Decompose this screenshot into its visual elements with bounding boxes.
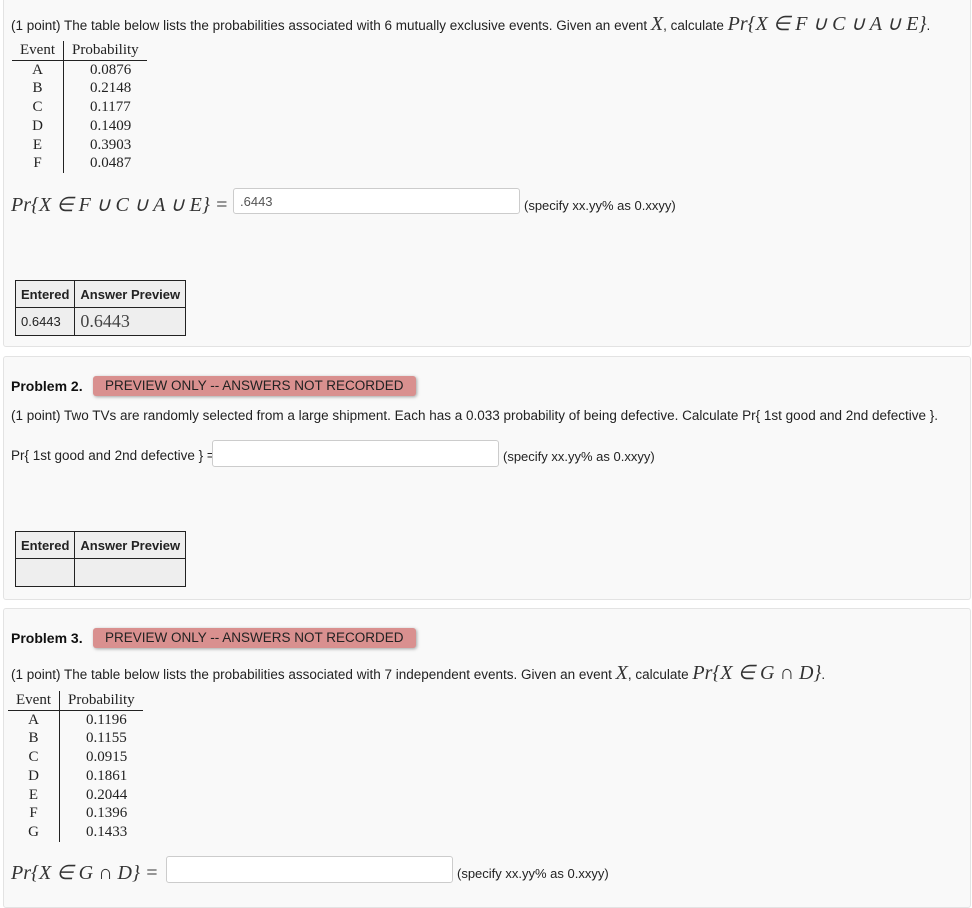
event-cell: F <box>8 804 60 823</box>
table-row: F 0.0487 <box>12 154 147 173</box>
probability-cell: 0.1861 <box>86 767 128 784</box>
probability-cell: 0.0915 <box>86 749 128 766</box>
table-row: C 0.1177 <box>12 98 147 117</box>
probability-cell: 0.1433 <box>86 823 128 840</box>
answer-preview-value: 0.6443 <box>74 307 187 336</box>
format-hint: (specify xx.yy% as 0.xxyy) <box>457 866 609 881</box>
answer-input[interactable] <box>166 856 453 883</box>
event-cell: E <box>12 135 64 155</box>
answer-label: Pr{X ∈ F ∪ C ∪ A ∪ E} = <box>11 194 229 216</box>
problem-3-expression: Pr{X ∈ G ∩ D} <box>692 662 822 684</box>
problem-2-title: Problem 2. <box>11 378 83 394</box>
table-row: E 0.3903 <box>12 135 147 155</box>
probability-table: Event Probability A 0.1196 B 0.1155 C 0.091… <box>8 691 143 842</box>
probability-table: Event Probability A 0.0876 B 0.2148 C 0.117… <box>12 41 147 173</box>
probability-cell: 0.0487 <box>90 155 132 172</box>
col-header-event: Event <box>12 41 64 61</box>
problem-3-panel: Problem 3. PREVIEW ONLY -- ANSWERS NOT R… <box>3 608 971 908</box>
probability-cell: 0.3903 <box>90 136 132 153</box>
problem-2-intro: (1 point) Two TVs are randomly selected … <box>11 408 939 423</box>
problem-1-panel: (1 point) The table below lists the prob… <box>3 0 971 347</box>
answer-label: Pr{X ∈ G ∩ D} = <box>11 862 159 884</box>
event-cell: C <box>12 98 64 117</box>
col-header-event: Event <box>8 691 60 711</box>
problem-1-intro: (1 point) The table below lists the prob… <box>11 13 931 35</box>
entered-value: 0.6443 <box>14 307 76 336</box>
event-cell: F <box>12 154 64 173</box>
event-cell: B <box>12 79 64 99</box>
event-cell: D <box>8 766 60 786</box>
table-row: D 0.1861 <box>8 766 143 786</box>
preview-only-badge: PREVIEW ONLY -- ANSWERS NOT RECORDED <box>93 628 416 648</box>
table-row: E 0.2044 <box>8 785 143 805</box>
answer-input[interactable] <box>233 188 520 214</box>
results-header-entered: Entered <box>14 280 76 308</box>
intro-text: (1 point) The table below lists the prob… <box>11 667 612 682</box>
event-cell: G <box>8 822 60 842</box>
table-row: A 0.0876 <box>12 60 147 80</box>
results-table: Entered Answer Preview <box>14 531 187 587</box>
col-header-probability: Probability <box>63 41 147 61</box>
col-header-probability: Probability <box>59 691 143 711</box>
results-table: Entered Answer Preview 0.6443 0.6443 <box>14 280 187 336</box>
results-header-preview: Answer Preview <box>74 531 187 559</box>
problem-3-title: Problem 3. <box>11 630 83 646</box>
event-cell: D <box>12 116 64 136</box>
event-cell: A <box>12 60 64 80</box>
probability-cell: 0.2044 <box>86 786 128 803</box>
table-row: D 0.1409 <box>12 116 147 136</box>
preview-only-badge: PREVIEW ONLY -- ANSWERS NOT RECORDED <box>93 376 416 396</box>
answer-label: Pr{ 1st good and 2nd defective } = <box>11 448 215 463</box>
probability-cell: 0.2148 <box>90 80 132 97</box>
table-row: C 0.0915 <box>8 748 143 767</box>
event-cell: E <box>8 785 60 805</box>
table-row: F 0.1396 <box>8 804 143 823</box>
event-cell: B <box>8 729 60 749</box>
answer-input[interactable] <box>212 440 499 467</box>
probability-cell: 0.1409 <box>90 117 132 134</box>
probability-cell: 0.1155 <box>86 730 127 747</box>
format-hint: (specify xx.yy% as 0.xxyy) <box>524 198 676 213</box>
probability-cell: 0.1396 <box>86 805 128 822</box>
problem-2-panel: Problem 2. PREVIEW ONLY -- ANSWERS NOT R… <box>3 356 971 600</box>
event-cell: C <box>8 748 60 767</box>
probability-cell: 0.0876 <box>90 61 132 78</box>
table-row: G 0.1433 <box>8 822 143 842</box>
answer-preview-value <box>74 558 187 587</box>
intro-calc-text: , calculate <box>663 18 724 33</box>
format-hint: (specify xx.yy% as 0.xxyy) <box>503 449 655 464</box>
intro-variable: X <box>615 662 628 684</box>
results-header-entered: Entered <box>14 531 76 559</box>
results-header-preview: Answer Preview <box>74 280 187 308</box>
event-cell: A <box>8 710 60 730</box>
table-row: A 0.1196 <box>8 710 143 730</box>
problem-3-intro: (1 point) The table below lists the prob… <box>11 662 826 684</box>
intro-variable: X <box>650 13 664 35</box>
entered-value <box>14 558 76 587</box>
intro-calc-text: , calculate <box>627 667 689 682</box>
probability-cell: 0.1177 <box>90 99 131 116</box>
problem-1-expression: Pr{X ∈ F ∪ C ∪ A ∪ E} <box>727 13 927 35</box>
table-row: B 0.1155 <box>8 729 143 749</box>
intro-text: (1 point) The table below lists the prob… <box>11 18 648 33</box>
probability-cell: 0.1196 <box>86 711 127 728</box>
table-row: B 0.2148 <box>12 79 147 99</box>
